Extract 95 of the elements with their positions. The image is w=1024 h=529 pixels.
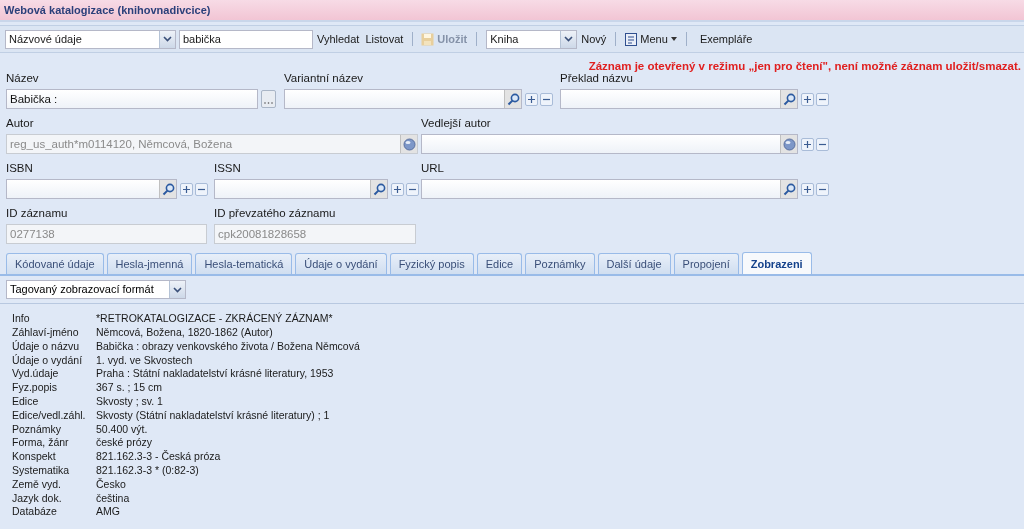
- document-icon: [625, 32, 638, 46]
- browse-button[interactable]: Listovat: [364, 30, 405, 48]
- plus-icon: [183, 185, 190, 193]
- plus-icon: [394, 185, 401, 193]
- record-value: české prózy: [96, 435, 153, 451]
- record-tag: Údaje o názvu: [12, 338, 96, 355]
- search-icon[interactable]: [504, 90, 521, 109]
- record-value: Praha : Státní nakladatelství krásné literatury, 1953: [96, 366, 334, 382]
- plus-icon: [528, 95, 535, 103]
- record-tag: Edice/vedl.záhl.: [12, 407, 96, 424]
- field-label: URL: [421, 161, 445, 176]
- remove-button[interactable]: [816, 92, 829, 106]
- record-value: Babička : obrazy venkovského života / Božena Němcová: [96, 338, 360, 354]
- search-icon[interactable]: [780, 180, 797, 199]
- globe-icon[interactable]: [780, 135, 797, 154]
- text-field[interactable]: [421, 179, 798, 200]
- read-only-notice: Záznam je otevřený v režimu „jen pro čtení", není možné záznam uložit/smazat.: [588, 59, 1021, 74]
- items-button[interactable]: Exempláře: [699, 30, 753, 48]
- text-field[interactable]: Babička :: [6, 89, 258, 110]
- record-tag: Záhlaví-jméno: [12, 325, 96, 341]
- tab[interactable]: Kódované údaje: [6, 253, 104, 275]
- add-button[interactable]: [180, 182, 193, 196]
- tab[interactable]: Zobrazeni: [741, 252, 812, 275]
- add-button[interactable]: [525, 92, 538, 106]
- plus-icon: [804, 185, 811, 193]
- record-tag: Jazyk dok.: [12, 490, 96, 507]
- field-label: Překlad názvu: [560, 71, 634, 86]
- record-tag: Poznámky: [12, 421, 96, 438]
- field-label: Název: [6, 71, 40, 86]
- format-select[interactable]: Tagovaný zobrazovací formát: [6, 280, 186, 300]
- search-input[interactable]: babička: [179, 29, 313, 49]
- record-tag: Údaje o vydání: [12, 352, 96, 369]
- text-field[interactable]: [6, 179, 177, 200]
- add-button[interactable]: [391, 182, 404, 196]
- tab[interactable]: Poznámky: [525, 253, 595, 275]
- document-type-select[interactable]: Kniha: [486, 29, 578, 49]
- record-tag: Forma, žánr: [12, 435, 96, 452]
- new-button[interactable]: Nový: [581, 30, 607, 48]
- field-label: Vedlejší autor: [421, 116, 492, 131]
- text-field[interactable]: [421, 134, 798, 155]
- record-tag: Info: [12, 311, 96, 328]
- record-value: Němcová, Božena, 1820-1862 (Autor): [96, 325, 273, 341]
- remove-button[interactable]: [816, 137, 829, 151]
- text-field[interactable]: [560, 89, 798, 110]
- menu-button[interactable]: Menu: [625, 30, 677, 48]
- tab[interactable]: Hesla-tematická: [195, 253, 293, 275]
- record-value: 367 s. ; 15 cm: [96, 380, 162, 396]
- field-label: ID záznamu: [6, 206, 69, 221]
- window-title: Webová katalogizace (knihovnadivcice): [4, 2, 211, 18]
- search-icon[interactable]: [370, 180, 387, 199]
- record-tag: Země vyd.: [12, 476, 96, 493]
- record-tag: Databáze: [12, 504, 96, 521]
- field-label: ISSN: [214, 161, 242, 176]
- caret-icon: [670, 37, 677, 41]
- record-value: AMG: [96, 504, 120, 520]
- record-tag: Edice: [12, 394, 96, 410]
- record-value: 821.162.3-3 - Česká próza: [96, 449, 221, 465]
- search-icon[interactable]: [780, 90, 797, 109]
- search-icon[interactable]: [159, 180, 176, 199]
- record-tag: Fyz.popis: [12, 380, 96, 396]
- remove-button[interactable]: [195, 182, 208, 196]
- record-tag: Systematika: [12, 463, 96, 479]
- record-value: Česko: [96, 476, 126, 492]
- tab[interactable]: Údaje o vydání: [295, 253, 387, 275]
- add-button[interactable]: [801, 92, 814, 106]
- search-field-select[interactable]: Názvové údaje: [5, 29, 176, 49]
- plus-icon: [804, 95, 811, 103]
- tab[interactable]: Edice: [476, 253, 523, 275]
- add-button[interactable]: [801, 182, 814, 196]
- text-field[interactable]: [214, 179, 388, 200]
- record-value: Skvosty ; sv. 1: [96, 394, 163, 410]
- tab[interactable]: Další údaje: [597, 253, 671, 275]
- remove-button[interactable]: [816, 182, 829, 196]
- record-tag: Vyd.údaje: [12, 366, 96, 383]
- remove-button[interactable]: [540, 92, 553, 106]
- record-tag: Konspekt: [12, 449, 96, 465]
- tab[interactable]: Hesla-jmenná: [106, 253, 193, 275]
- record-value: 821.162.3-3 * (0:82-3): [96, 463, 199, 478]
- remove-button[interactable]: [406, 182, 419, 196]
- field-label: ID převzatého záznamu: [214, 206, 337, 221]
- field-label: Variantní název: [284, 71, 365, 86]
- record-value: Skvosty (Státní nakladatelství krásné literatury) ; 1: [96, 407, 330, 423]
- search-button[interactable]: Vyhledat: [316, 30, 361, 48]
- record-value: 50.400 výt.: [96, 421, 148, 437]
- ellipsis-icon: [264, 102, 273, 105]
- record-value: čeština: [96, 490, 130, 506]
- tab[interactable]: Propojení: [673, 253, 739, 275]
- record-value: *RETROKATALOGIZACE - ZKRÁCENÝ ZÁZNAM*: [96, 311, 333, 327]
- tab[interactable]: Fyzický popis: [389, 253, 474, 275]
- text-field[interactable]: [284, 89, 522, 110]
- field-label: ISBN: [6, 161, 34, 176]
- add-button[interactable]: [801, 137, 814, 151]
- field-label: Autor: [6, 116, 35, 131]
- plus-icon: [804, 140, 811, 148]
- record-value: 1. vyd. ve Skvostech: [96, 352, 193, 368]
